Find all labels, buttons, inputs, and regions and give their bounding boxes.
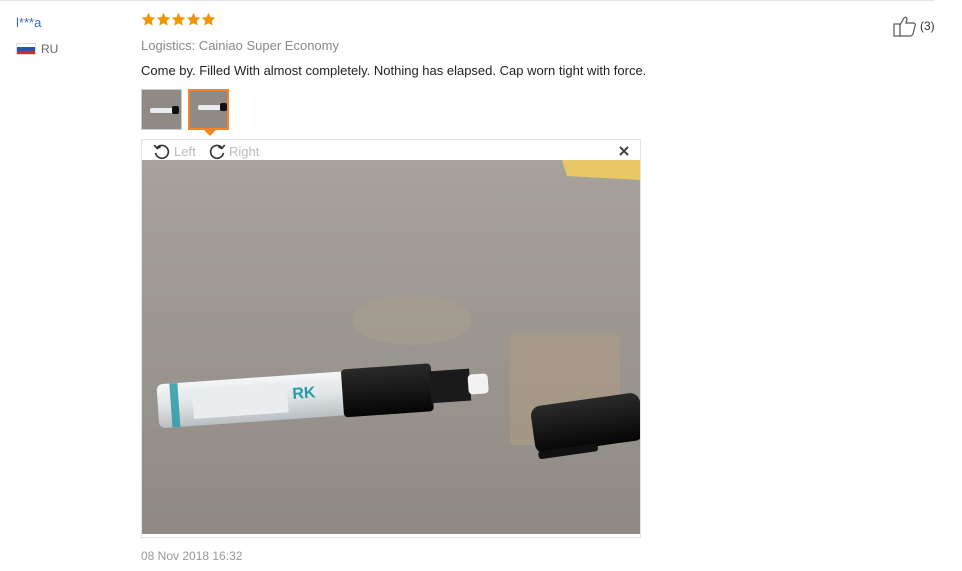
star-icon [171,12,186,26]
close-icon[interactable] [616,143,632,159]
helpful-count: (3) [920,19,935,33]
rotate-right-button[interactable]: Right [206,140,259,162]
rotate-left-icon [153,144,170,160]
thumbs-up-icon [893,16,916,37]
reviewer-country: RU [16,42,58,56]
photo-thumbnail-2[interactable] [188,89,229,130]
pen-brand-text: RK [292,384,317,403]
star-icon [156,12,171,26]
review-photo: RK [142,160,640,534]
helpful-button[interactable]: (3) [893,15,935,37]
russia-flag-icon [16,43,36,55]
star-icon [141,12,156,26]
review-divider [0,0,934,1]
star-icon [201,12,216,26]
star-rating [141,12,216,27]
review-date: 08 Nov 2018 16:32 [141,549,243,563]
review-photo-thumbnails [141,89,229,130]
reviewer-name[interactable]: l***a [16,15,41,30]
photo-viewer: Left Right RK [141,139,641,538]
rotate-left-button[interactable]: Left [151,140,196,162]
country-code: RU [41,42,59,56]
rotate-right-label: Right [229,143,260,159]
active-thumbnail-pointer [204,130,216,136]
review-text: Come by. Filled With almost completely. … [141,63,647,78]
viewer-toolbar: Left Right [142,140,640,161]
rotate-right-icon [209,144,226,160]
photo-thumbnail-1[interactable] [141,89,182,130]
rotate-left-label: Left [174,143,196,159]
logistics-info: Logistics: Cainiao Super Economy [141,38,339,53]
pen-photo-illustration: RK [142,160,640,534]
star-icon [186,12,201,26]
